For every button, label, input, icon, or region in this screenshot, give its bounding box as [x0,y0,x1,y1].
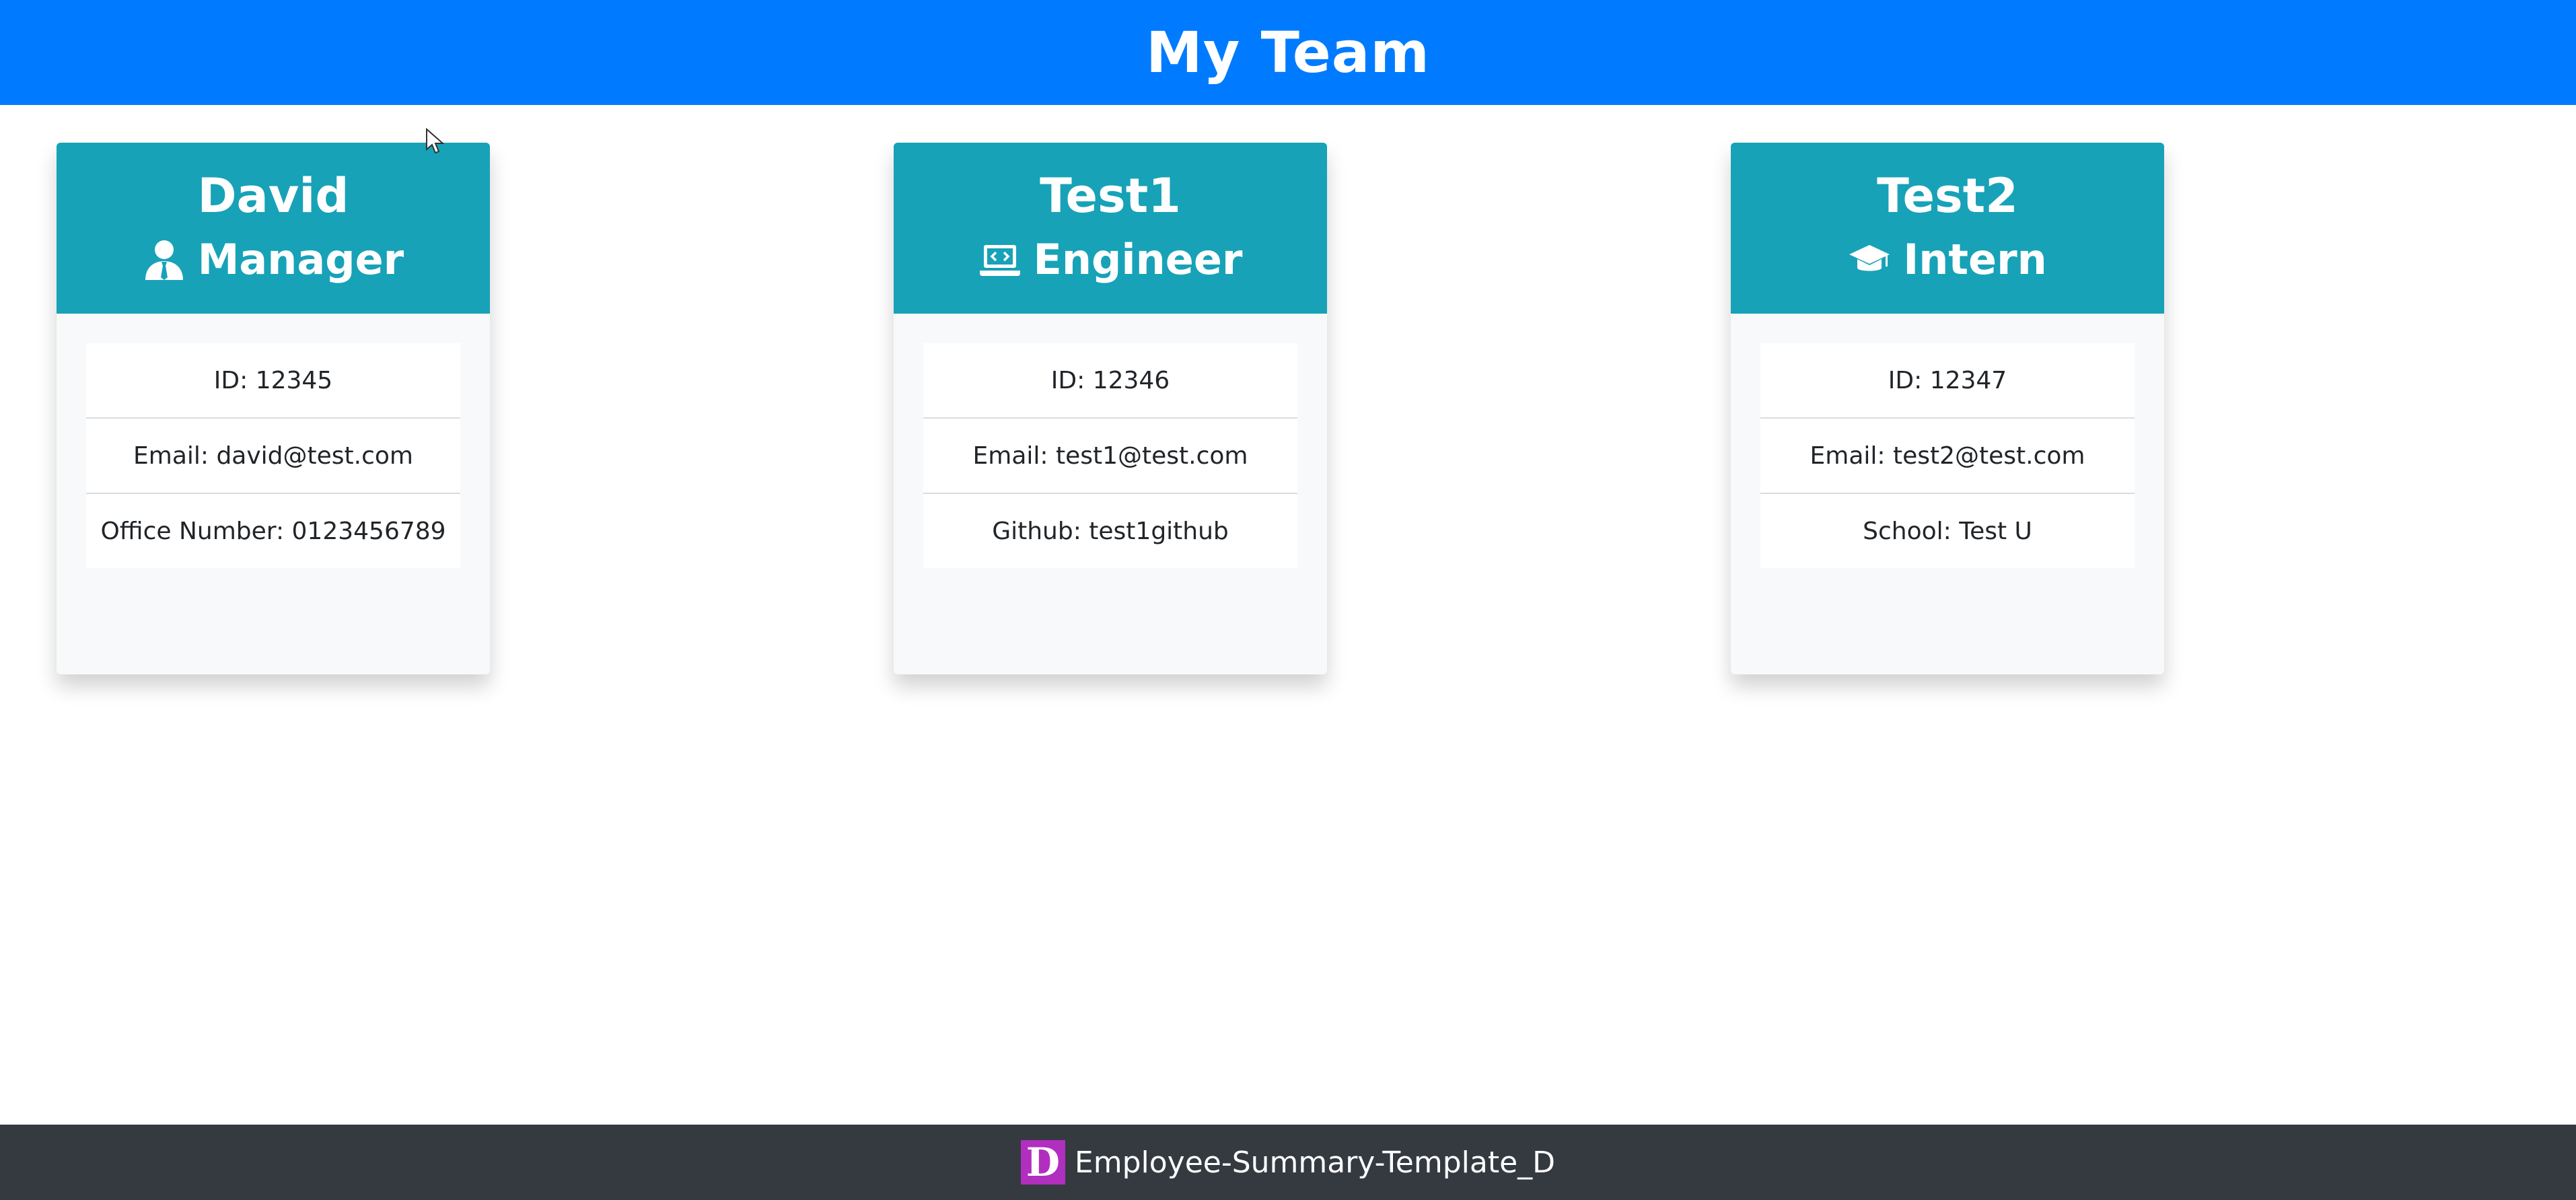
employee-name: Test1 [1040,168,1181,223]
employee-role-label: Manager [197,235,404,284]
laptop-code-icon [978,238,1022,281]
card-header: Test1 Engineer [894,143,1327,314]
page-title: My Team [1146,20,1430,85]
employee-details-list: ID: 12345 Email: david@test.com Office N… [86,343,460,568]
page: My Team David Manager ID: 12345 Email: d… [0,0,2576,1200]
card-header: Test2 Intern [1731,143,2164,314]
user-tie-icon [143,238,186,281]
employee-role-label: Intern [1903,235,2047,284]
employee-details-list: ID: 12346 Email: test1@test.com Github: … [923,343,1297,568]
employee-name: Test2 [1877,168,2018,223]
employee-id: ID: 12345 [86,343,460,419]
employee-role-label: Engineer [1033,235,1243,284]
page-footer: D Employee-Summary-Template_D [0,1125,2576,1200]
employee-email: Email: test2@test.com [1760,419,2135,494]
employee-card-engineer: Test1 Engineer ID: 12346 Email: test1@te… [894,143,1327,674]
employee-github: Github: test1github [923,494,1297,568]
employee-details-list: ID: 12347 Email: test2@test.com School: … [1760,343,2135,568]
employee-id: ID: 12346 [923,343,1297,419]
employee-role: Manager [57,226,490,293]
employee-role: Intern [1731,226,2164,293]
employee-name: David [197,168,349,223]
employee-id: ID: 12347 [1760,343,2135,419]
graduation-cap-icon [1848,238,1891,281]
employee-card-intern: Test2 Intern ID: 12347 Email: test2@test… [1731,143,2164,674]
employee-role: Engineer [894,226,1327,293]
employee-school: School: Test U [1760,494,2135,568]
mouse-cursor-icon [425,127,445,155]
page-header: My Team [0,0,2576,105]
logo-icon: D [1020,1140,1065,1185]
employee-card-manager: David Manager ID: 12345 Email: david@tes… [57,143,490,674]
employee-office-number: Office Number: 0123456789 [86,494,460,568]
employee-email: Email: david@test.com [86,419,460,494]
employee-email: Email: test1@test.com [923,419,1297,494]
footer-label: Employee-Summary-Template_D [1074,1145,1556,1180]
card-header: David Manager [57,143,490,314]
